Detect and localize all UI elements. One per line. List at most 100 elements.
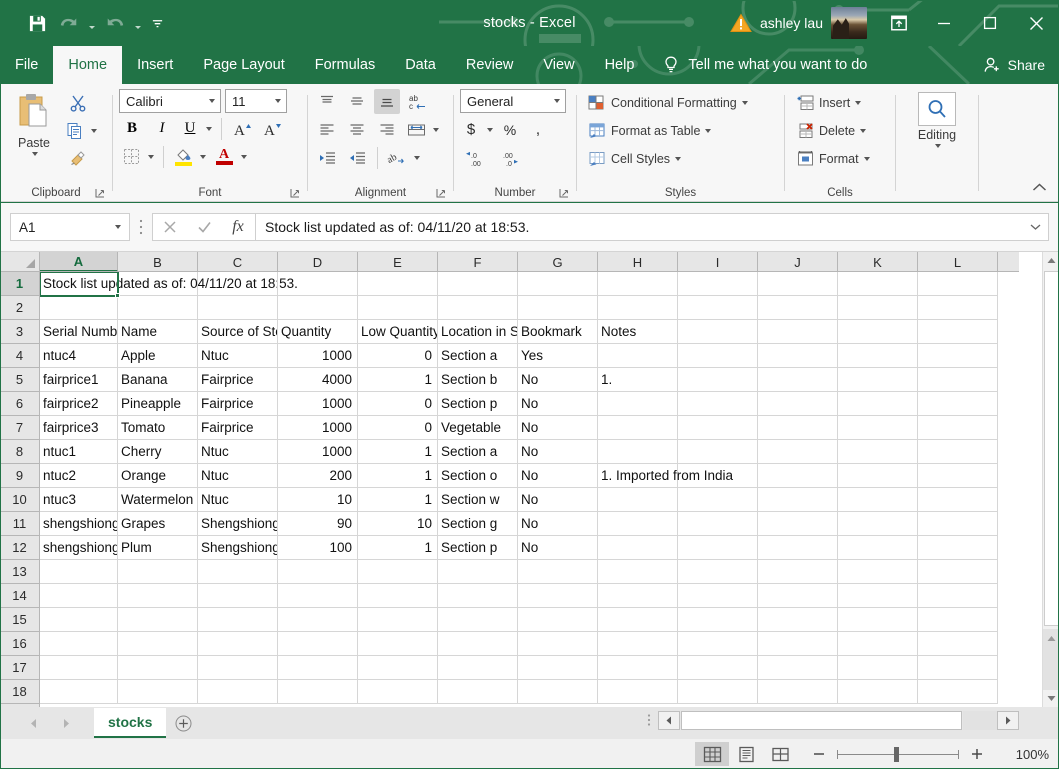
cell-E15[interactable] [358, 608, 438, 632]
maximize-button[interactable] [967, 0, 1013, 46]
row-header-11[interactable]: 11 [0, 512, 39, 536]
chevron-down-icon[interactable] [548, 99, 563, 103]
cell-E13[interactable] [358, 560, 438, 584]
cell-A2[interactable] [40, 296, 118, 320]
redo-dropdown-icon[interactable] [132, 8, 144, 38]
cell-F7[interactable]: Vegetable [438, 416, 518, 440]
cell-E17[interactable] [358, 656, 438, 680]
cell-G9[interactable]: No [518, 464, 598, 488]
cell-J12[interactable] [758, 536, 838, 560]
clipboard-dialog-launcher[interactable] [95, 188, 106, 199]
cell-L6[interactable] [918, 392, 998, 416]
column-header-D[interactable]: D [278, 252, 358, 271]
row-header-5[interactable]: 5 [0, 368, 39, 392]
cell-D6[interactable]: 1000 [278, 392, 358, 416]
cell-F13[interactable] [438, 560, 518, 584]
cell-H3[interactable]: Notes [598, 320, 678, 344]
insert-function-button[interactable]: fx [221, 213, 255, 241]
font-color-dropdown-icon[interactable] [236, 144, 249, 169]
cell-G12[interactable]: No [518, 536, 598, 560]
row-header-4[interactable]: 4 [0, 344, 39, 368]
row-header-1[interactable]: 1 [0, 272, 39, 296]
normal-view-button[interactable] [695, 742, 729, 766]
cell-L10[interactable] [918, 488, 998, 512]
cell-G15[interactable] [518, 608, 598, 632]
new-sheet-button[interactable] [166, 707, 200, 739]
paste-dropdown-icon[interactable] [32, 152, 38, 156]
cell-I1[interactable] [678, 272, 758, 296]
row-header-12[interactable]: 12 [0, 536, 39, 560]
cell-C8[interactable]: Ntuc [198, 440, 278, 464]
undo-icon[interactable] [54, 8, 84, 38]
cell-G5[interactable]: No [518, 368, 598, 392]
row-header-14[interactable]: 14 [0, 584, 39, 608]
cell-K4[interactable] [838, 344, 918, 368]
cell-A1[interactable]: Stock list updated as of: 04/11/20 at 18… [40, 272, 298, 296]
cell-C7[interactable]: Fairprice [198, 416, 278, 440]
cell-E14[interactable] [358, 584, 438, 608]
align-left-button[interactable] [314, 117, 340, 142]
cell-styles-button[interactable]: Cell Styles [583, 147, 751, 171]
cell-H11[interactable] [598, 512, 678, 536]
cell-C5[interactable]: Fairprice [198, 368, 278, 392]
cell-B5[interactable]: Banana [118, 368, 198, 392]
cell-K9[interactable] [838, 464, 918, 488]
cell-D5[interactable]: 4000 [278, 368, 358, 392]
close-button[interactable] [1013, 0, 1059, 46]
cell-H2[interactable] [598, 296, 678, 320]
cell-I2[interactable] [678, 296, 758, 320]
undo-dropdown-icon[interactable] [86, 8, 98, 38]
cell-L2[interactable] [918, 296, 998, 320]
vertical-scrollbar[interactable] [1042, 252, 1059, 707]
chevron-down-icon[interactable] [269, 99, 284, 103]
column-header-J[interactable]: J [758, 252, 838, 271]
zoom-slider-thumb[interactable] [894, 746, 899, 762]
cell-E18[interactable] [358, 680, 438, 704]
cell-E2[interactable] [358, 296, 438, 320]
cell-H16[interactable] [598, 632, 678, 656]
column-header-K[interactable]: K [838, 252, 918, 271]
fill-color-button[interactable] [171, 144, 208, 169]
cell-K5[interactable] [838, 368, 918, 392]
insert-cells-button[interactable]: Insert [791, 91, 873, 115]
cell-D1[interactable] [278, 272, 358, 296]
cell-I8[interactable] [678, 440, 758, 464]
cell-L9[interactable] [918, 464, 998, 488]
cell-B6[interactable]: Pineapple [118, 392, 198, 416]
cell-H15[interactable] [598, 608, 678, 632]
cell-C12[interactable]: Shengshiong [198, 536, 278, 560]
cell-I11[interactable] [678, 512, 758, 536]
cell-J15[interactable] [758, 608, 838, 632]
cell-J10[interactable] [758, 488, 838, 512]
merge-center-button[interactable] [404, 117, 441, 142]
italic-button[interactable]: I [149, 116, 175, 141]
cell-G17[interactable] [518, 656, 598, 680]
delete-dropdown-icon[interactable] [860, 129, 867, 133]
zoom-level-value[interactable]: 100% [1005, 747, 1049, 762]
row-header-9[interactable]: 9 [0, 464, 39, 488]
cell-K15[interactable] [838, 608, 918, 632]
cell-E16[interactable] [358, 632, 438, 656]
cell-B13[interactable] [118, 560, 198, 584]
cell-E7[interactable]: 0 [358, 416, 438, 440]
cell-J16[interactable] [758, 632, 838, 656]
conditional-formatting-dropdown-icon[interactable] [741, 101, 748, 105]
previous-sheet-button[interactable] [26, 715, 42, 731]
cell-C4[interactable]: Ntuc [198, 344, 278, 368]
tab-formulas[interactable]: Formulas [300, 46, 390, 84]
cell-D11[interactable]: 90 [278, 512, 358, 536]
cell-I17[interactable] [678, 656, 758, 680]
cell-K8[interactable] [838, 440, 918, 464]
column-header-L[interactable]: L [918, 252, 998, 271]
page-layout-view-button[interactable] [729, 742, 763, 766]
column-header-I[interactable]: I [678, 252, 758, 271]
account-area[interactable]: ashley lau [730, 7, 867, 39]
paste-button[interactable]: Paste [6, 89, 62, 156]
cell-B4[interactable]: Apple [118, 344, 198, 368]
bottom-align-button[interactable] [374, 89, 400, 114]
cell-K2[interactable] [838, 296, 918, 320]
row-header-6[interactable]: 6 [0, 392, 39, 416]
cell-D7[interactable]: 1000 [278, 416, 358, 440]
cell-I5[interactable] [678, 368, 758, 392]
cut-button[interactable] [64, 91, 99, 115]
